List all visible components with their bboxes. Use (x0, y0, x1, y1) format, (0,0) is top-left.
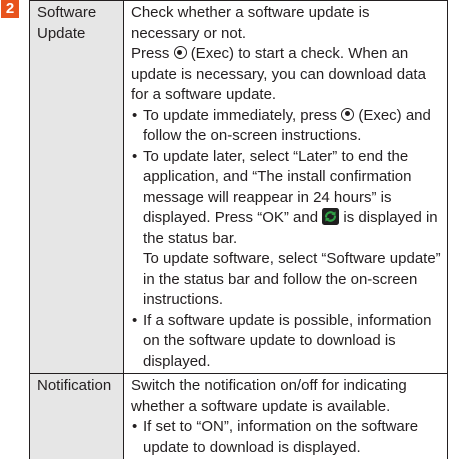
description-text-part: Press (131, 45, 169, 62)
row-label: Software Update (30, 1, 124, 374)
step-number-badge: 2 (1, 0, 19, 18)
bullet-text: If set to “ON”, information on the softw… (143, 418, 418, 456)
list-item: • If a software update is possible, info… (131, 311, 441, 373)
exec-button-icon (341, 108, 354, 121)
list-item: • If set to “ON”, information on the sof… (131, 417, 441, 458)
description-text: Press (Exec) to start a check. When an u… (131, 44, 441, 106)
bullet-marker: • (132, 417, 137, 438)
row-description: Check whether a software update is neces… (124, 1, 448, 374)
table-row: Software Update Check whether a software… (30, 1, 448, 374)
software-update-status-icon (322, 208, 339, 225)
list-item: • To update later, select “Later” to end… (131, 147, 441, 311)
bullet-list: • To update immediately, press (Exec) an… (131, 106, 441, 373)
list-item: • To update immediately, press (Exec) an… (131, 106, 441, 147)
bullet-marker: • (132, 106, 137, 127)
bullet-marker: • (132, 147, 137, 168)
bullet-list: • If set to “ON”, information on the sof… (131, 417, 441, 458)
row-description: Switch the notification on/off for indic… (124, 374, 448, 459)
bullet-text: If a software update is possible, inform… (143, 312, 432, 370)
bullet-marker: • (132, 311, 137, 332)
description-text: Check whether a software update is neces… (131, 3, 441, 44)
row-label: Notification (30, 374, 124, 459)
table-row: Notification Switch the notification on/… (30, 374, 448, 459)
bullet-text: To update immediately, press (143, 107, 337, 124)
exec-button-icon (174, 46, 187, 59)
bullet-continuation: To update software, select “Software upd… (143, 250, 441, 308)
settings-table: Software Update Check whether a software… (29, 0, 448, 459)
